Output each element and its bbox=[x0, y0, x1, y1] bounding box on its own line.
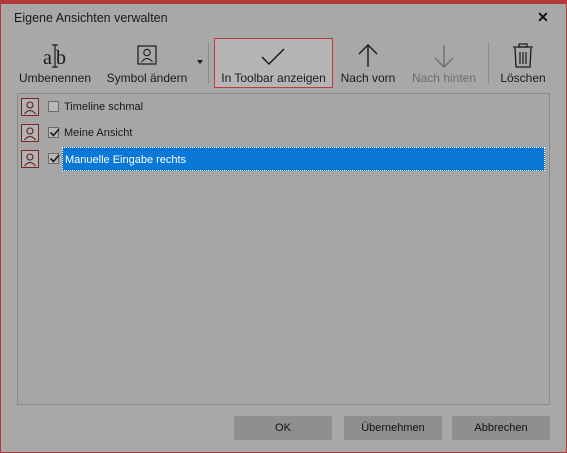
rename-icon: a b bbox=[43, 44, 66, 68]
arrow-up-icon bbox=[358, 44, 378, 67]
trash-icon bbox=[513, 43, 533, 68]
rename-button[interactable]: a b Umbenennen bbox=[15, 38, 95, 88]
svg-text:a: a bbox=[43, 47, 52, 68]
move-up-label: Nach vorn bbox=[340, 71, 396, 85]
rename-label: Umbenennen bbox=[18, 71, 92, 85]
view-label: Meine Ansicht bbox=[64, 127, 133, 139]
checkmark-icon bbox=[49, 154, 60, 163]
delete-button[interactable]: Löschen bbox=[495, 38, 551, 88]
list-item[interactable]: Meine Ansicht bbox=[18, 122, 549, 144]
toolbar-separator bbox=[208, 42, 209, 84]
show-in-toolbar-button[interactable]: In Toolbar anzeigen bbox=[214, 38, 333, 88]
close-icon[interactable]: ✕ bbox=[536, 10, 550, 24]
view-checkbox[interactable] bbox=[48, 153, 60, 164]
show-in-toolbar-label: In Toolbar anzeigen bbox=[221, 71, 326, 85]
arrow-down-icon bbox=[434, 45, 454, 68]
move-down-button[interactable]: Nach hinten bbox=[407, 38, 481, 88]
ok-button[interactable]: OK bbox=[234, 416, 332, 440]
avatar-icon bbox=[21, 124, 39, 142]
check-icon bbox=[261, 48, 285, 66]
move-down-label: Nach hinten bbox=[411, 71, 477, 85]
change-symbol-button[interactable]: Symbol ändern bbox=[101, 38, 193, 88]
svg-text:b: b bbox=[56, 47, 66, 68]
view-checkbox[interactable] bbox=[48, 127, 60, 138]
view-label: Timeline schmal bbox=[64, 101, 144, 113]
checkmark-icon bbox=[49, 128, 60, 137]
chevron-down-icon[interactable] bbox=[197, 60, 203, 64]
title-bar: Eigene Ansichten verwalten ✕ bbox=[1, 4, 566, 30]
window-title: Eigene Ansichten verwalten bbox=[14, 11, 168, 25]
user-symbol-icon bbox=[137, 45, 157, 65]
apply-button[interactable]: Übernehmen bbox=[344, 416, 442, 440]
toolbar: a b Umbenennen Symbol ändern In Toolbar … bbox=[1, 38, 566, 90]
views-list[interactable]: Timeline schmal Meine Ansicht Manuelle E… bbox=[17, 93, 550, 405]
avatar-icon bbox=[21, 150, 39, 168]
avatar-icon bbox=[21, 98, 39, 116]
view-label[interactable]: Manuelle Eingabe rechts bbox=[62, 147, 545, 171]
change-symbol-label: Symbol ändern bbox=[106, 71, 188, 85]
list-item[interactable]: Manuelle Eingabe rechts bbox=[18, 147, 549, 171]
move-up-button[interactable]: Nach vorn bbox=[337, 38, 399, 88]
list-item[interactable]: Timeline schmal bbox=[18, 96, 549, 118]
dialog-window: Eigene Ansichten verwalten ✕ a b Umbenen… bbox=[0, 0, 567, 453]
delete-label: Löschen bbox=[500, 71, 546, 85]
view-checkbox[interactable] bbox=[48, 101, 59, 112]
toolbar-separator bbox=[488, 42, 489, 84]
cancel-button[interactable]: Abbrechen bbox=[452, 416, 550, 440]
